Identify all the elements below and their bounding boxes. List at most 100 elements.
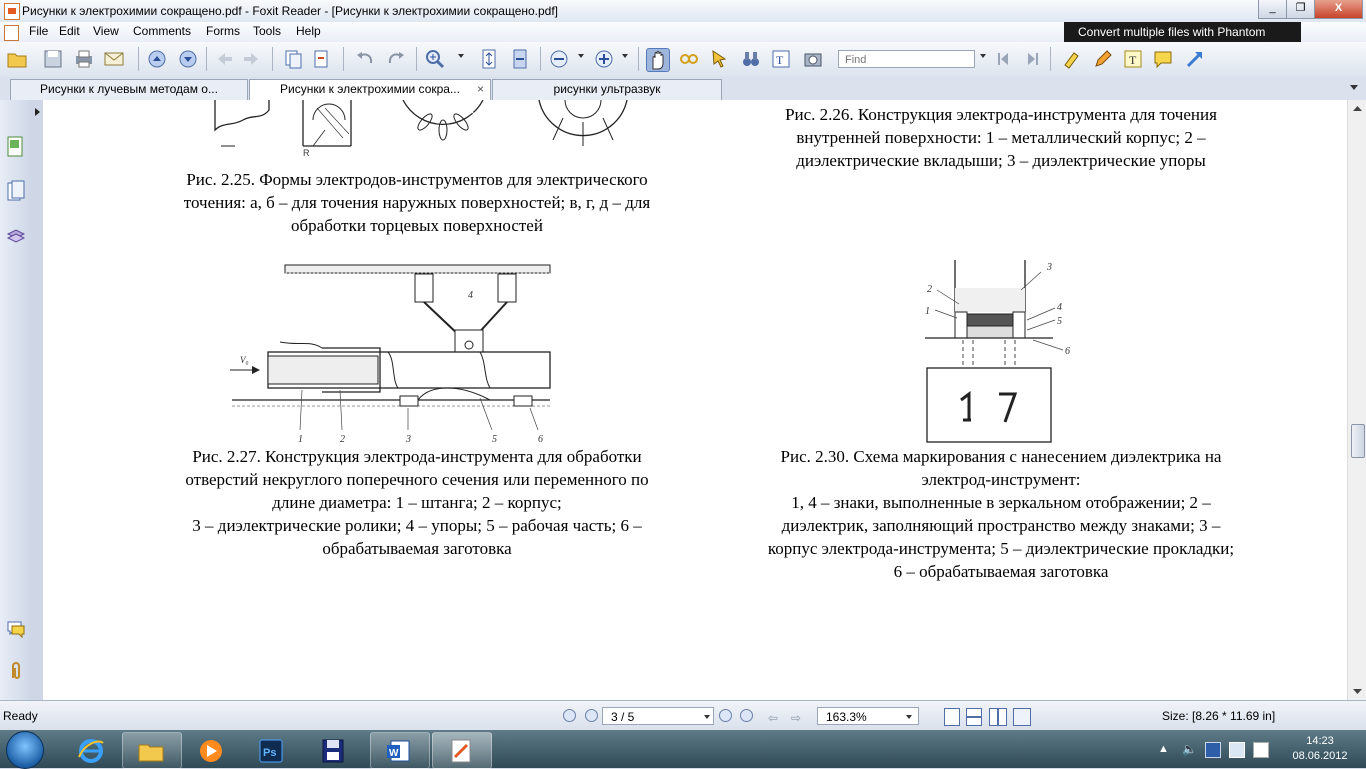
page-number-field[interactable]: 3 / 5	[602, 707, 714, 725]
system-clock[interactable]: 14:23 08.06.2012	[1280, 734, 1360, 764]
foxit-app-icon[interactable]	[4, 3, 20, 20]
tab-list-dropdown-icon[interactable]	[1350, 85, 1358, 90]
find-prev-icon[interactable]	[993, 48, 1015, 70]
scroll-thumb[interactable]	[1351, 424, 1365, 458]
find-next-icon[interactable]	[1021, 48, 1043, 70]
next-page-icon[interactable]	[177, 48, 199, 70]
panel-splitter[interactable]	[33, 100, 43, 700]
internet-explorer-icon[interactable]	[62, 732, 122, 769]
text-tool-icon[interactable]: T	[770, 48, 792, 70]
network-icon[interactable]	[1205, 742, 1221, 758]
pencil-icon[interactable]	[1092, 48, 1114, 70]
fit-width-icon[interactable]	[509, 48, 531, 70]
email-icon[interactable]	[103, 48, 125, 70]
start-orb-icon[interactable]	[6, 731, 44, 769]
scroll-up-icon[interactable]	[1350, 102, 1365, 116]
zoom-out-minus-icon[interactable]	[548, 48, 570, 70]
next-page-status-icon[interactable]	[719, 709, 732, 722]
attachments-icon[interactable]	[6, 660, 26, 682]
layers-icon[interactable]	[6, 224, 26, 246]
extract-page-icon[interactable]	[310, 48, 332, 70]
redo-icon[interactable]	[385, 48, 407, 70]
figure-2-25-drawing-d	[538, 100, 628, 146]
last-page-icon[interactable]	[740, 709, 753, 722]
zoom-dropdown-icon[interactable]	[906, 715, 912, 719]
tab-ultrasound[interactable]: рисунки ультразвук	[492, 79, 722, 100]
document-icon[interactable]	[4, 25, 19, 41]
file-explorer-icon[interactable]	[122, 732, 182, 769]
zoom-in-icon[interactable]	[424, 48, 446, 70]
show-hidden-icons-icon[interactable]: ▲	[1158, 742, 1172, 756]
tab-electrochemistry[interactable]: Рисунки к электрохимии сокра... ×	[249, 79, 491, 100]
pages-icon[interactable]	[6, 180, 26, 202]
volume-icon[interactable]: 🔈	[1182, 742, 1197, 756]
vertical-scrollbar[interactable]	[1347, 100, 1366, 700]
svg-text:T: T	[776, 53, 784, 67]
continuous-facing-view-icon[interactable]	[1013, 708, 1031, 726]
word-icon[interactable]: W	[370, 732, 430, 769]
select-icon[interactable]	[708, 48, 730, 70]
scroll-down-icon[interactable]	[1350, 684, 1365, 698]
menu-tools[interactable]: Tools	[253, 24, 281, 38]
back-icon[interactable]	[214, 48, 236, 70]
forward-icon[interactable]	[240, 48, 262, 70]
tab-close-icon[interactable]: ×	[477, 80, 484, 99]
keyboard-layout-icon[interactable]	[1253, 742, 1269, 758]
menu-file[interactable]: File	[29, 24, 48, 38]
foxit-reader-icon[interactable]	[432, 732, 492, 769]
expand-arrow-icon[interactable]	[35, 108, 40, 116]
undo-icon[interactable]	[354, 48, 376, 70]
caption-line: Рис. 2.30. Схема маркирования с нанесени…	[780, 447, 1222, 466]
zoom-field[interactable]: 163.3%	[817, 707, 919, 725]
caption-line: 1, 4 – знаки, выполненные в зеркальном о…	[791, 493, 1211, 512]
history-back-icon[interactable]: ⇦	[768, 711, 778, 725]
hand-icon[interactable]	[646, 48, 670, 72]
find-binoculars-icon[interactable]	[740, 48, 762, 70]
figure-2-30-drawing: 3 2 1 4 5 6	[925, 260, 1070, 443]
menu-edit[interactable]: Edit	[59, 24, 80, 38]
menu-comments[interactable]: Comments	[133, 24, 191, 38]
first-page-icon[interactable]	[563, 709, 576, 722]
save-icon[interactable]	[42, 48, 64, 70]
print-icon[interactable]	[73, 48, 95, 70]
menu-forms[interactable]: Forms	[206, 24, 240, 38]
tab-luchevye[interactable]: Рисунки к лучевым методам о...	[10, 79, 248, 100]
figure-2-27-drawing: 4 V₀ 1 2 3 5 6	[230, 264, 551, 445]
single-page-view-icon[interactable]	[944, 708, 960, 726]
restore-button[interactable]: ❐	[1286, 0, 1315, 19]
tab-bar: Рисунки к лучевым методам о... Рисунки к…	[0, 77, 1366, 101]
snapshot-icon[interactable]	[802, 48, 824, 70]
typewriter-icon[interactable]: T	[1122, 48, 1144, 70]
prev-page-icon[interactable]	[146, 48, 168, 70]
close-button[interactable]: X	[1314, 0, 1363, 19]
menu-view[interactable]: View	[93, 24, 119, 38]
fit-page-icon[interactable]	[478, 48, 500, 70]
select-text-icon[interactable]	[678, 48, 700, 70]
history-forward-icon[interactable]: ⇨	[791, 711, 801, 725]
page-dropdown-icon[interactable]	[704, 715, 710, 719]
prev-page-status-icon[interactable]	[585, 709, 598, 722]
caption-fig-2-25: Рис. 2.25. Формы электродов-инструментов…	[107, 168, 727, 237]
facing-view-icon[interactable]	[989, 708, 1007, 726]
menu-help[interactable]: Help	[296, 24, 321, 38]
save-floppy-icon[interactable]	[304, 732, 364, 769]
phantom-ad-banner[interactable]: Convert multiple files with Phantom	[1064, 22, 1301, 42]
find-input[interactable]: Find	[838, 50, 975, 68]
minimize-button[interactable]: _	[1258, 0, 1287, 19]
photoshop-icon[interactable]: Ps	[242, 732, 302, 769]
highlight-icon[interactable]	[1060, 48, 1082, 70]
document-page[interactable]: R Рис. 2.25. Формы электродов-инструмент…	[43, 100, 1348, 700]
note-icon[interactable]	[1152, 48, 1174, 70]
caption-line: Рис. 2.25. Формы электродов-инструментов…	[186, 170, 648, 189]
open-icon[interactable]	[6, 48, 28, 70]
zoom-in-plus-icon[interactable]	[593, 48, 615, 70]
continuous-view-icon[interactable]	[966, 708, 982, 726]
clock-time: 14:23	[1306, 735, 1334, 747]
bookmarks-icon[interactable]	[6, 136, 26, 158]
comments-panel-icon[interactable]	[6, 618, 26, 640]
action-center-icon[interactable]	[1229, 742, 1245, 758]
media-player-icon[interactable]	[182, 732, 242, 769]
copy-page-icon[interactable]	[282, 48, 304, 70]
svg-text:T: T	[1129, 53, 1137, 67]
arrow-icon[interactable]	[1184, 48, 1206, 70]
